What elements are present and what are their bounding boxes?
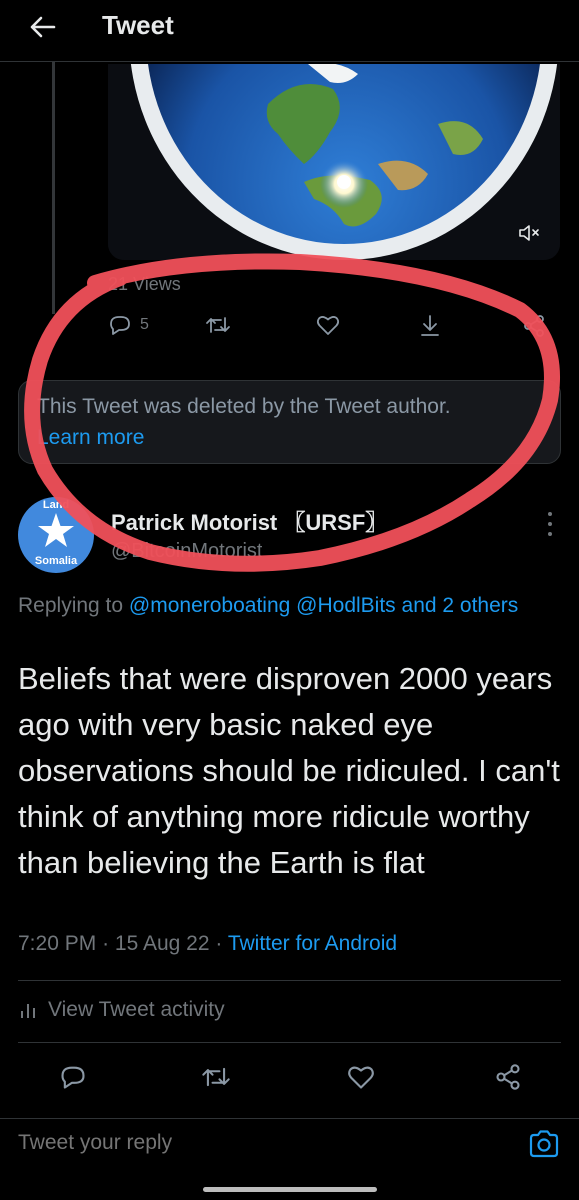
- deleted-notice-text: This Tweet was deleted by the Tweet auth…: [37, 395, 451, 418]
- reply-icon: [110, 316, 130, 335]
- retweet-icon: [206, 317, 230, 333]
- activity-label: View Tweet activity: [48, 998, 225, 1021]
- star-icon: [38, 513, 74, 547]
- like-button[interactable]: [316, 314, 340, 336]
- reply-bar: [0, 1118, 579, 1174]
- author-handle[interactable]: @BitcoinMotorist: [111, 540, 262, 562]
- reply-icon: [61, 1066, 85, 1089]
- mention-link[interactable]: @moneroboating: [129, 594, 290, 617]
- like-button[interactable]: [347, 1064, 375, 1090]
- tweet-meta: 7:20 PM · 15 Aug 22 · Twitter for Androi…: [18, 932, 397, 956]
- tweet-time: 7:20 PM: [18, 932, 97, 955]
- globe-image: [108, 64, 560, 260]
- share-icon: [496, 1064, 520, 1090]
- thread-line: [52, 62, 55, 314]
- retweet-icon: [202, 1067, 230, 1087]
- share-button[interactable]: [494, 1063, 522, 1091]
- tweet-date: 15 Aug 22: [114, 932, 210, 955]
- arrow-left-icon: [30, 16, 56, 38]
- view-count: 21 Views: [108, 274, 181, 294]
- top-bar: Tweet: [0, 0, 579, 62]
- bar-chart-icon: [21, 1004, 35, 1018]
- avatar[interactable]: Land Somalia: [18, 497, 94, 573]
- tweet-source[interactable]: Twitter for Android: [228, 932, 397, 955]
- divider: [18, 1042, 561, 1043]
- share-icon: [524, 315, 544, 337]
- more-vertical-icon: [548, 512, 552, 516]
- reply-count: 5: [140, 316, 149, 333]
- separator: ·: [215, 932, 223, 955]
- heart-icon: [348, 1066, 374, 1089]
- back-button[interactable]: [22, 10, 62, 44]
- tweet-video[interactable]: [108, 64, 560, 260]
- separator: ·: [102, 932, 110, 955]
- volume-mute-icon[interactable]: [518, 224, 540, 242]
- share-button[interactable]: [522, 314, 546, 338]
- view-tweet-activity-button[interactable]: View Tweet activity: [20, 998, 225, 1022]
- learn-more-link[interactable]: Learn more: [37, 423, 542, 453]
- reply-button[interactable]: 5: [108, 314, 149, 336]
- avatar-bottom-text: Somalia: [34, 555, 78, 567]
- deleted-tweet-notice: This Tweet was deleted by the Tweet auth…: [18, 380, 561, 464]
- more-options-button[interactable]: [544, 512, 556, 536]
- page-title: Tweet: [102, 10, 174, 40]
- divider: [18, 980, 561, 981]
- replying-prefix: Replying to: [18, 594, 129, 617]
- reply-input[interactable]: [18, 1131, 498, 1155]
- retweet-button[interactable]: [205, 314, 231, 336]
- avatar-top-text: Land: [42, 499, 70, 511]
- reply-button[interactable]: [59, 1064, 87, 1090]
- author-name[interactable]: Patrick Motorist 〖URSF〗: [111, 505, 387, 537]
- camera-icon[interactable]: [528, 1129, 560, 1159]
- bookmark-download-icon: [421, 315, 439, 336]
- home-indicator: [203, 1187, 377, 1192]
- tweet-text: Beliefs that were disproven 2000 years a…: [18, 661, 560, 880]
- heart-icon: [316, 316, 340, 335]
- mention-link[interactable]: @HodlBits: [296, 594, 396, 617]
- others-link[interactable]: and 2 others: [402, 594, 519, 617]
- retweet-button[interactable]: [201, 1064, 231, 1090]
- replying-to: Replying to @moneroboating @HodlBits and…: [18, 590, 563, 622]
- bookmark-button[interactable]: [418, 314, 442, 338]
